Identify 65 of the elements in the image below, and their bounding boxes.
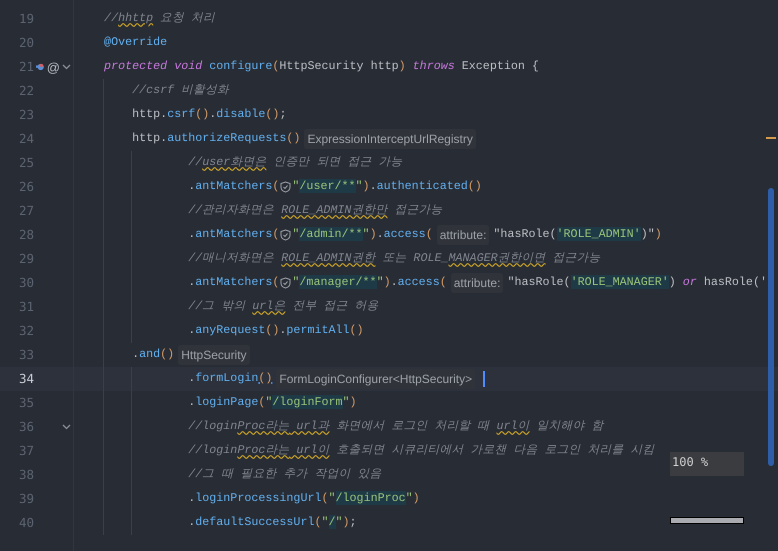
inlay-hint: ExpressionInterceptUrlRegistry: [304, 129, 476, 149]
line-number: 20: [18, 34, 36, 52]
inlay-hint: attribute:: [450, 273, 504, 293]
line-number: 19: [18, 10, 36, 28]
line-number: 25: [18, 154, 36, 172]
inlay-hint: attribute:: [436, 225, 490, 245]
code-comment: //loginProc라는 url이 호출되면 시큐리티에서 가로챈 다음 로그인 처리를 시킴: [187, 442, 655, 460]
fold-chevron-icon[interactable]: [62, 424, 71, 430]
text-caret: [483, 371, 486, 387]
code-text: .anyRequest().permitAll(): [187, 322, 364, 340]
line-number: 39: [18, 490, 36, 508]
inlay-hint: FormLoginConfigurer<HttpSecurity>: [276, 369, 476, 389]
override-icon[interactable]: [36, 62, 44, 72]
line-number: 23: [18, 106, 36, 124]
code-comment: //csrf 비활성화: [131, 82, 230, 100]
inlay-hint: HttpSecurity: [178, 345, 250, 365]
line-number: 40: [18, 514, 36, 532]
code-text: "/admin/**").access(: [292, 226, 433, 244]
line-number: 24: [18, 130, 36, 148]
line-number: 32: [18, 322, 36, 340]
code-text: .antMatchers(: [187, 274, 280, 292]
code-comment: //관리자화면은 ROLE_ADMIN권한만 접근가능: [187, 202, 442, 220]
code-text: .loginPage("/loginForm"): [187, 394, 357, 412]
code-text: .antMatchers(: [187, 226, 280, 244]
code-text: "hasRole('ROLE_ADMIN')"): [493, 226, 662, 244]
annotation-icon[interactable]: @: [46, 60, 60, 74]
line-number: 29: [18, 250, 36, 268]
line-number: 27: [18, 202, 36, 220]
code-comment: //loginProc라는 url과 화면에서 로그인 처리할 때 url이 일치해야 함: [187, 418, 604, 436]
code-text: "/manager/**").access(: [292, 274, 447, 292]
shield-icon[interactable]: [280, 277, 292, 289]
shield-icon[interactable]: [280, 229, 292, 241]
code-text: http.authorizeRequests(): [131, 130, 300, 148]
code-comment: //hhttp 요청 처리: [103, 10, 216, 28]
line-number: 22: [18, 82, 36, 100]
line-number: 35: [18, 394, 36, 412]
code-text: "hasRole('ROLE_MANAGER') or hasRole(': [507, 274, 767, 292]
code-comment: //매니저화면은 ROLE_ADMIN권한 또는 ROLE_MANAGER권한이면 접근가능: [187, 250, 601, 268]
code-comment: //그 밖의 url은 전부 접근 허용: [187, 298, 378, 316]
line-number: 30: [18, 274, 36, 292]
line-number: 28: [18, 226, 36, 244]
line-number: 26: [18, 178, 36, 196]
line-number: 31: [18, 298, 36, 316]
line-number: 21: [18, 58, 36, 76]
code-text: .defaultSuccessUrl("/");: [187, 514, 357, 532]
zoom-indicator: 100 %: [670, 452, 744, 476]
error-stripe-mark: [766, 137, 776, 139]
code-comment: //user화면은 인증만 되면 접근 가능: [187, 154, 402, 172]
shield-icon[interactable]: [280, 181, 292, 193]
line-number: 38: [18, 466, 36, 484]
code-text: @Override: [103, 34, 168, 52]
code-text: http.csrf().disable();: [131, 106, 286, 124]
code-text: protected void configure(HttpSecurity http) throws Exception {: [103, 58, 539, 76]
code-text: .and(): [131, 346, 174, 364]
code-text: .formLogin(): [187, 370, 272, 388]
fold-chevron-icon[interactable]: [62, 64, 71, 70]
code-text: .loginProcessingUrl("/loginProc"): [187, 490, 420, 508]
line-number: 33: [18, 346, 36, 364]
code-text: "/user/**").authenticated(): [292, 178, 482, 196]
line-number: 34: [18, 370, 36, 388]
scrollbar-thumb[interactable]: [768, 188, 774, 466]
line-number: 36: [18, 418, 36, 436]
code-text: .antMatchers(: [187, 178, 280, 196]
code-comment: //그 때 필요한 추가 작업이 있음: [187, 466, 382, 484]
line-number: 37: [18, 442, 36, 460]
